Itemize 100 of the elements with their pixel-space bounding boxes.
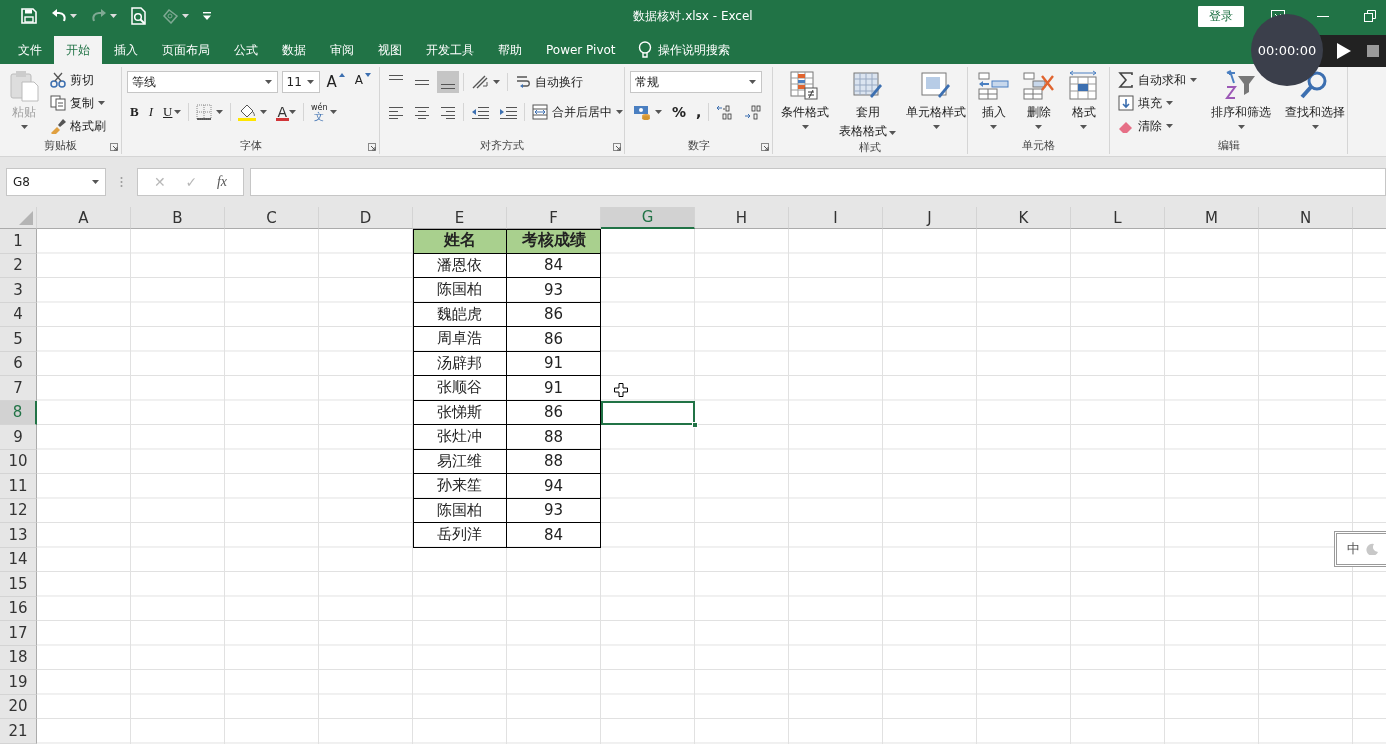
customize-icon[interactable] xyxy=(203,12,212,20)
row-header[interactable]: 13 xyxy=(0,523,37,548)
caret-icon xyxy=(329,110,337,114)
column-header[interactable]: G xyxy=(601,207,695,229)
ribbon-tab[interactable]: 页面布局 xyxy=(150,36,222,64)
insert-function-button[interactable]: fx xyxy=(216,174,228,190)
wrap-text-button[interactable]: 自动换行 xyxy=(512,71,586,93)
font-name-box[interactable]: 等线 xyxy=(127,71,278,93)
row-header[interactable]: 19 xyxy=(0,670,37,695)
row-header[interactable]: 16 xyxy=(0,596,37,621)
conditional-formatting-button[interactable]: 条件格式 xyxy=(778,67,832,140)
percent-button[interactable]: % xyxy=(669,101,690,123)
column-header[interactable]: D xyxy=(319,207,413,229)
sign-in-button[interactable]: 登录 xyxy=(1198,5,1244,27)
conditional-format-icon xyxy=(789,70,821,102)
merge-center-button[interactable]: 合并后居中 xyxy=(529,101,626,123)
format-button[interactable]: 格式 xyxy=(1064,67,1103,137)
row-header[interactable]: 1 xyxy=(0,229,37,254)
column-header[interactable]: I xyxy=(789,207,883,229)
save-icon[interactable] xyxy=(21,8,37,24)
row-header[interactable]: 18 xyxy=(0,645,37,670)
row-header[interactable]: 8 xyxy=(0,400,37,425)
column-header[interactable]: M xyxy=(1165,207,1259,229)
column-header[interactable]: K xyxy=(977,207,1071,229)
caret-icon xyxy=(1166,124,1173,128)
ribbon-tab[interactable]: 文件 xyxy=(6,36,54,64)
ribbon-tab[interactable]: 公式 xyxy=(222,36,270,64)
row-header[interactable]: 7 xyxy=(0,376,37,401)
bottom-align-button[interactable] xyxy=(437,71,459,93)
ribbon-tab[interactable]: 数据 xyxy=(270,36,318,64)
bold-button[interactable]: B xyxy=(127,101,142,123)
format-as-table-button[interactable]: 套用 表格格式 xyxy=(836,67,899,140)
name-box[interactable]: G8 xyxy=(6,168,106,196)
column-header[interactable]: B xyxy=(131,207,225,229)
column-header[interactable]: E xyxy=(413,207,507,229)
column-header[interactable]: A xyxy=(37,207,131,229)
font-size-box[interactable]: 11 xyxy=(281,71,320,93)
row-header[interactable]: 17 xyxy=(0,621,37,646)
insert-button[interactable]: 插入 xyxy=(974,67,1013,137)
row-header[interactable]: 21 xyxy=(0,719,37,744)
decrease-font-button[interactable]: A xyxy=(351,71,374,93)
table-cell: 93 xyxy=(507,498,601,523)
row-header[interactable]: 3 xyxy=(0,278,37,303)
restore-icon[interactable] xyxy=(1364,10,1376,22)
italic-button[interactable]: I xyxy=(145,101,156,123)
number-format-box[interactable]: 常规 xyxy=(630,71,762,93)
fill-button[interactable]: 填充 xyxy=(1115,92,1200,114)
autosum-button[interactable]: 自动求和 xyxy=(1115,69,1200,91)
row-header[interactable]: 2 xyxy=(0,253,37,278)
increase-font-button[interactable]: A xyxy=(323,71,348,93)
copy-button[interactable]: 复制 xyxy=(47,92,109,114)
undo-icon[interactable] xyxy=(51,8,67,24)
table-cell: 陈国柏 xyxy=(413,278,507,303)
delete-button[interactable]: 删除 xyxy=(1019,67,1058,137)
row-header[interactable]: 15 xyxy=(0,572,37,597)
dialog-launcher-icon[interactable] xyxy=(110,143,118,151)
ime-indicator[interactable]: 中 xyxy=(1334,531,1386,567)
row-header[interactable]: 4 xyxy=(0,302,37,327)
ribbon-tab[interactable]: 插入 xyxy=(102,36,150,64)
caret-icon xyxy=(110,14,117,18)
table-cell: 91 xyxy=(507,376,601,401)
tell-me-search[interactable]: 操作说明搜索 xyxy=(627,36,740,64)
ribbon-tab[interactable]: 开发工具 xyxy=(414,36,486,64)
column-header[interactable]: N xyxy=(1259,207,1353,229)
ribbon-tab[interactable]: 开始 xyxy=(54,36,102,64)
formula-input[interactable] xyxy=(250,168,1386,196)
dialog-launcher-icon[interactable] xyxy=(613,143,621,151)
row-header[interactable]: 6 xyxy=(0,351,37,376)
row-header[interactable]: 5 xyxy=(0,327,37,352)
clear-button[interactable]: 清除 xyxy=(1115,115,1200,137)
row-header[interactable]: 14 xyxy=(0,547,37,572)
row-header[interactable]: 10 xyxy=(0,449,37,474)
ribbon-tab[interactable]: 审阅 xyxy=(318,36,366,64)
format-painter-button[interactable]: 格式刷 xyxy=(47,115,109,137)
row-header[interactable]: 9 xyxy=(0,425,37,450)
comma-style-button[interactable]: , xyxy=(693,101,705,123)
caret-icon xyxy=(20,125,28,129)
underline-button[interactable]: U xyxy=(160,101,185,123)
column-header[interactable]: C xyxy=(225,207,319,229)
dialog-launcher-icon[interactable] xyxy=(368,143,376,151)
cell-styles-button[interactable]: 单元格样式 xyxy=(903,67,969,140)
phonetic-guide-button[interactable]: wén 文 xyxy=(308,101,340,123)
group-label: 单元格 xyxy=(1022,138,1055,153)
fill-handle[interactable] xyxy=(692,422,698,428)
font-color-button[interactable]: A xyxy=(274,101,299,123)
row-header[interactable]: 12 xyxy=(0,498,37,523)
row-header[interactable]: 11 xyxy=(0,474,37,499)
dialog-launcher-icon[interactable] xyxy=(761,143,769,151)
ribbon-tab[interactable]: Power Pivot xyxy=(534,36,628,64)
cut-button[interactable]: 剪切 xyxy=(47,69,109,91)
play-icon[interactable] xyxy=(1337,43,1351,59)
ribbon-tab[interactable]: 帮助 xyxy=(486,36,534,64)
copy-icon xyxy=(50,95,66,111)
print-preview-icon[interactable] xyxy=(131,7,147,25)
column-header[interactable]: F xyxy=(507,207,601,229)
column-header[interactable]: L xyxy=(1071,207,1165,229)
column-header[interactable]: J xyxy=(883,207,977,229)
ribbon-tab[interactable]: 视图 xyxy=(366,36,414,64)
row-header[interactable]: 20 xyxy=(0,694,37,719)
column-header[interactable]: H xyxy=(695,207,789,229)
